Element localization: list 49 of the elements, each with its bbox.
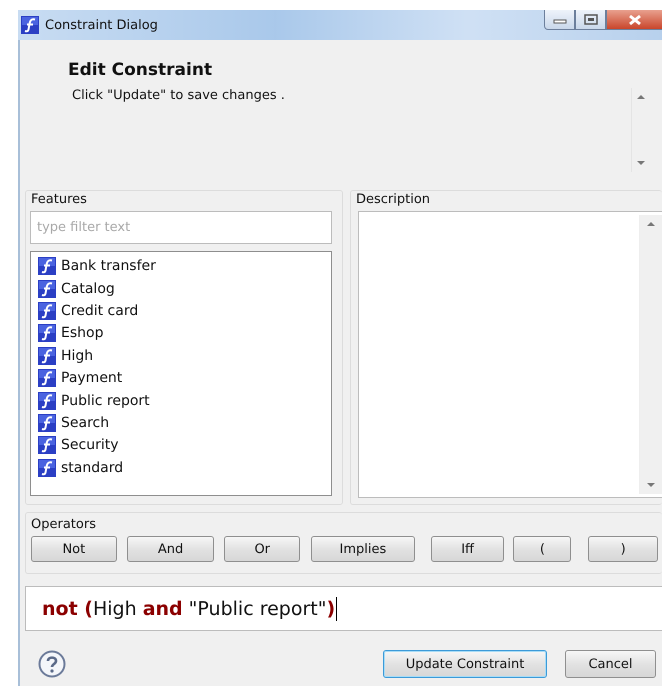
- scroll-up-arrow-icon[interactable]: [646, 221, 656, 227]
- maximize-icon: [584, 14, 598, 25]
- letter-f-icon: [38, 414, 56, 432]
- letter-f-icon: [38, 369, 56, 388]
- operator-button[interactable]: Or: [224, 536, 300, 562]
- operator-button[interactable]: Implies: [311, 536, 415, 562]
- feature-item[interactable]: Public report: [61, 392, 150, 410]
- dialog-heading: Edit Constraint: [68, 60, 214, 80]
- feature-item[interactable]: Search: [61, 414, 110, 432]
- operator-button[interactable]: Not: [31, 536, 117, 562]
- letter-f-app-icon: [21, 16, 39, 34]
- feature-item[interactable]: standard: [61, 458, 124, 477]
- dialog-message: Click "Update" to save changes .: [72, 88, 286, 103]
- letter-f-icon: [38, 346, 56, 365]
- letter-f-icon: [38, 280, 56, 298]
- update-constraint-button[interactable]: Update Constraint: [383, 650, 547, 678]
- feature-item[interactable]: Eshop: [61, 324, 104, 342]
- letter-f-icon: [38, 458, 56, 477]
- cancel-button[interactable]: Cancel: [565, 650, 656, 678]
- letter-f-icon: [38, 257, 56, 276]
- operator-button[interactable]: (: [513, 536, 572, 562]
- group-label: Features: [31, 192, 88, 207]
- close-button[interactable]: [606, 10, 662, 30]
- operator-button[interactable]: And: [126, 536, 214, 562]
- feature-item[interactable]: Catalog: [61, 280, 115, 298]
- expression-field[interactable]: not (High and "Public report"): [25, 586, 662, 631]
- feature-item[interactable]: Security: [61, 436, 118, 454]
- group-label: Description: [356, 192, 432, 207]
- group-label: Operators: [31, 517, 97, 532]
- letter-f-icon: [38, 324, 56, 342]
- scroll-up-arrow-icon[interactable]: [636, 94, 646, 100]
- close-icon: [628, 14, 642, 26]
- feature-item[interactable]: Payment: [61, 369, 122, 388]
- feature-item[interactable]: Bank transfer: [61, 257, 156, 276]
- letter-f-icon: [38, 436, 56, 454]
- letter-f-icon: [38, 392, 56, 410]
- feature-item[interactable]: Credit card: [61, 302, 138, 320]
- minimize-button[interactable]: [544, 10, 575, 30]
- help-icon[interactable]: [38, 650, 66, 678]
- scrollbar[interactable]: [639, 215, 662, 494]
- scroll-down-arrow-icon[interactable]: [646, 482, 656, 488]
- scroll-down-arrow-icon[interactable]: [636, 160, 646, 166]
- operator-button[interactable]: Iff: [430, 536, 504, 562]
- filter-field[interactable]: type filter text: [30, 211, 332, 244]
- maximize-button[interactable]: [575, 10, 606, 30]
- feature-item[interactable]: High: [61, 346, 94, 365]
- letter-f-icon: [38, 302, 56, 320]
- window-title: Constraint Dialog: [45, 18, 158, 32]
- operator-button[interactable]: ): [588, 536, 658, 562]
